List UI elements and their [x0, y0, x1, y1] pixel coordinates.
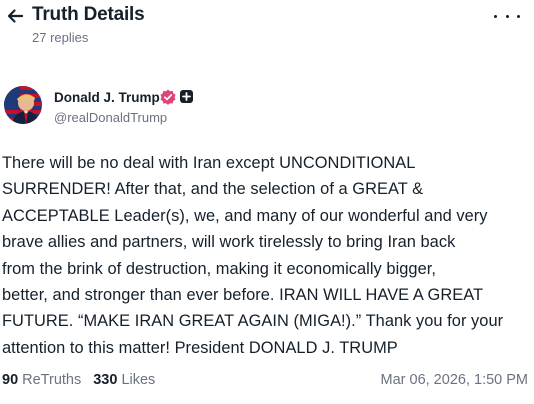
verified-badge-icon — [160, 89, 176, 105]
page-header: Truth Details 27 replies — [0, 0, 534, 50]
author-handle[interactable]: @realDonaldTrump — [54, 110, 167, 125]
likes-stat[interactable]: 330 Likes — [93, 372, 155, 388]
more-horizontal-icon — [494, 14, 497, 18]
likes-count: 330 — [93, 372, 118, 388]
back-button[interactable] — [4, 5, 26, 27]
retruths-count: 90 — [2, 372, 19, 388]
avatar[interactable] — [4, 86, 42, 124]
post-text: There will be no deal with Iran except U… — [2, 154, 504, 357]
avatar-image — [4, 86, 42, 124]
likes-label: Likes — [121, 372, 156, 388]
more-dot — [517, 14, 520, 18]
arrow-left-icon — [7, 9, 24, 23]
more-options-button[interactable] — [494, 6, 520, 26]
page-title: Truth Details — [32, 4, 145, 25]
plus-badge-icon — [180, 90, 193, 103]
author-name[interactable]: Donald J. Trump — [54, 90, 160, 105]
post-timestamp: Mar 06, 2026, 1:50 PM — [380, 372, 529, 388]
post-stats: 90 ReTruths 330 Likes — [2, 372, 155, 392]
plus-glyph — [182, 92, 191, 101]
more-dot — [505, 14, 509, 18]
retruths-label: ReTruths — [22, 372, 82, 388]
reply-count: 27 replies — [32, 30, 89, 45]
retruths-stat[interactable]: 90 ReTruths — [2, 372, 81, 388]
